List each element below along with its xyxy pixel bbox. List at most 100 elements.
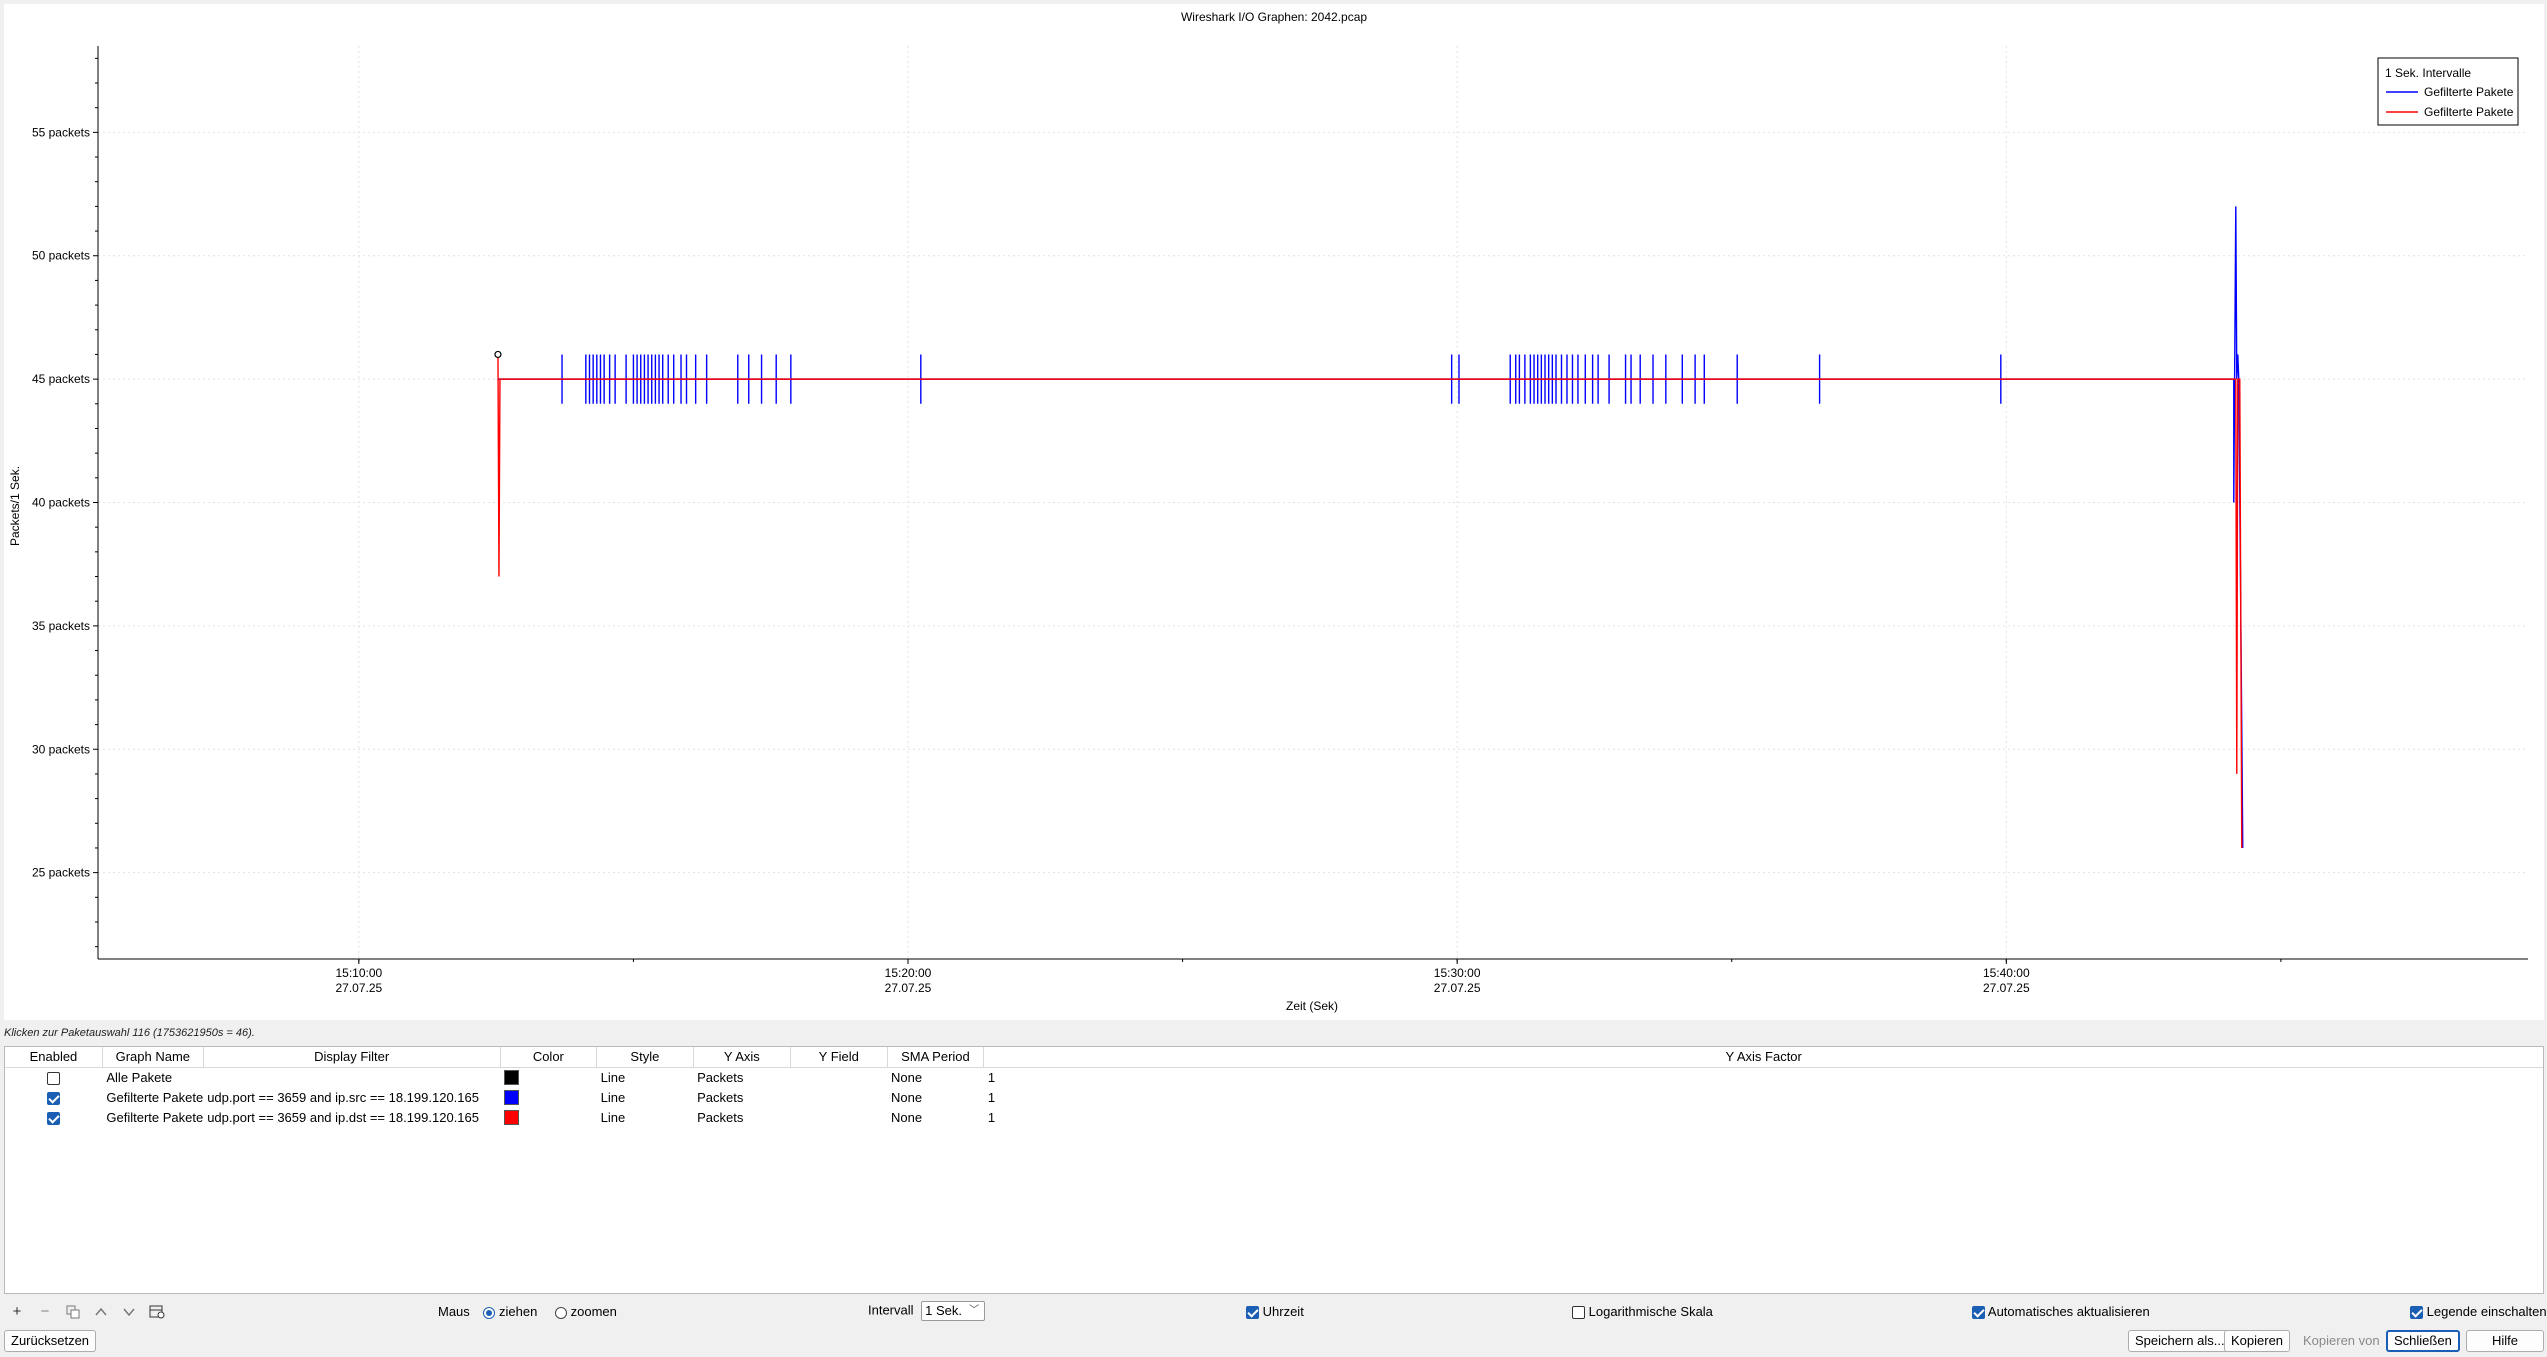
display-filter-cell[interactable]: udp.port == 3659 and ip.dst == 18.199.12… bbox=[203, 1107, 500, 1127]
graph-table: Enabled Graph Name Display Filter Color … bbox=[5, 1047, 2543, 1127]
x-tick-label-date: 27.07.25 bbox=[335, 981, 382, 995]
y-axis-cell[interactable]: Packets bbox=[693, 1087, 790, 1107]
col-display-filter[interactable]: Display Filter bbox=[203, 1047, 501, 1068]
auto-update-label: Automatisches aktualisieren bbox=[1987, 1304, 2150, 1319]
color-cell[interactable] bbox=[500, 1087, 597, 1107]
y-tick-label: 45 packets bbox=[32, 372, 90, 386]
status-hint: Klicken zur Paketauswahl 116 (1753621950… bbox=[4, 1027, 255, 1039]
interval-group: Intervall 1 Sek. ﹀ bbox=[868, 1301, 986, 1321]
display-filter-cell[interactable] bbox=[203, 1067, 500, 1087]
remove-graph-button[interactable]: − bbox=[34, 1302, 56, 1322]
copy-icon bbox=[66, 1305, 80, 1319]
color-cell[interactable] bbox=[500, 1067, 597, 1087]
sma-period-cell[interactable]: None bbox=[887, 1107, 984, 1127]
time-of-day-checkbox[interactable] bbox=[1246, 1306, 1259, 1320]
y-axis-cell[interactable]: Packets bbox=[693, 1107, 790, 1127]
log-scale-group: Logarithmische Skala bbox=[1572, 1304, 1713, 1320]
y-axis-factor-cell[interactable]: 1 bbox=[984, 1067, 2543, 1087]
selected-point-marker bbox=[494, 350, 502, 359]
zoom-radio[interactable] bbox=[554, 1306, 567, 1319]
sma-period-cell[interactable]: None bbox=[887, 1067, 984, 1087]
copy-from-button[interactable]: Kopieren von bbox=[2296, 1330, 2387, 1352]
legend-toggle-label: Legende einschalten bbox=[2426, 1304, 2547, 1319]
clear-graphs-button[interactable] bbox=[146, 1302, 168, 1322]
graph-enabled-checkbox[interactable] bbox=[47, 1091, 61, 1105]
legend-entry-1: Gefilterte Pakete bbox=[2424, 85, 2514, 99]
col-enabled[interactable]: Enabled bbox=[5, 1047, 103, 1068]
drag-radio[interactable] bbox=[483, 1306, 496, 1319]
zoom-radio-label: zoomen bbox=[570, 1304, 617, 1319]
style-cell[interactable]: Line bbox=[597, 1107, 693, 1127]
x-tick-label-time: 15:10:00 bbox=[335, 966, 382, 980]
series-layer bbox=[494, 206, 2244, 848]
display-filter-cell[interactable]: udp.port == 3659 and ip.src == 18.199.12… bbox=[203, 1087, 500, 1107]
x-tick-label-date: 27.07.25 bbox=[1434, 981, 1481, 995]
move-down-button[interactable] bbox=[118, 1302, 140, 1322]
col-style[interactable]: Style bbox=[596, 1047, 694, 1068]
legend-title: 1 Sek. Intervalle bbox=[2385, 66, 2471, 80]
col-y-axis-factor[interactable]: Y Axis Factor bbox=[983, 1047, 2543, 1068]
y-field-cell[interactable] bbox=[791, 1067, 887, 1087]
interval-value: 1 Sek. bbox=[925, 1303, 963, 1318]
graph-name-cell[interactable]: Alle Pakete bbox=[102, 1067, 203, 1087]
io-graph-svg[interactable]: Wireshark I/O Graphen: 2042.pcap 25 pack… bbox=[4, 4, 2544, 1020]
col-y-axis[interactable]: Y Axis bbox=[693, 1047, 792, 1068]
log-scale-checkbox[interactable] bbox=[1572, 1306, 1585, 1320]
interval-select[interactable]: 1 Sek. ﹀ bbox=[921, 1301, 986, 1321]
legend-checkbox[interactable] bbox=[2410, 1306, 2423, 1320]
y-tick-label: 55 packets bbox=[32, 125, 90, 139]
graph-enabled-checkbox[interactable] bbox=[47, 1111, 61, 1125]
plus-icon: + bbox=[12, 1303, 22, 1320]
io-graph-plot[interactable]: Wireshark I/O Graphen: 2042.pcap 25 pack… bbox=[4, 4, 2544, 1020]
color-swatch bbox=[504, 1090, 520, 1106]
graph-title: Wireshark I/O Graphen: 2042.pcap bbox=[1181, 10, 1367, 24]
copy-graph-button[interactable] bbox=[62, 1302, 84, 1322]
legend-entry-2: Gefilterte Pakete bbox=[2424, 105, 2514, 119]
table-row[interactable]: Alle Pakete Line Packets None 1 bbox=[5, 1067, 2543, 1087]
graph-name-cell[interactable]: Gefilterte Pakete bbox=[102, 1087, 203, 1107]
reset-button[interactable]: Zurücksetzen bbox=[4, 1330, 97, 1352]
chevron-up-icon bbox=[95, 1307, 107, 1316]
legend-toggle-group: Legende einschalten bbox=[2410, 1304, 2547, 1320]
close-button[interactable]: Schließen bbox=[2386, 1330, 2460, 1352]
copy-button[interactable]: Kopieren bbox=[2224, 1330, 2291, 1352]
col-color[interactable]: Color bbox=[500, 1047, 598, 1068]
series-line-blue bbox=[497, 206, 2244, 848]
save-as-button[interactable]: Speichern als... bbox=[2128, 1330, 2232, 1352]
y-tick-label: 30 packets bbox=[32, 742, 90, 756]
y-tick-label: 40 packets bbox=[32, 496, 90, 510]
graph-name-cell[interactable]: Gefilterte Pakete bbox=[102, 1107, 203, 1127]
drag-radio-label: ziehen bbox=[499, 1304, 538, 1319]
col-graph-name[interactable]: Graph Name bbox=[102, 1047, 204, 1068]
col-sma-period[interactable]: SMA Period bbox=[887, 1047, 985, 1068]
x-tick-label-date: 27.07.25 bbox=[885, 981, 932, 995]
y-axis-cell[interactable]: Packets bbox=[693, 1067, 790, 1087]
style-cell[interactable]: Line bbox=[597, 1087, 693, 1107]
x-tick-label-time: 15:40:00 bbox=[1983, 966, 2030, 980]
auto-update-checkbox[interactable] bbox=[1972, 1306, 1985, 1320]
x-tick-label-time: 15:30:00 bbox=[1434, 966, 1481, 980]
time-of-day-label: Uhrzeit bbox=[1262, 1304, 1304, 1319]
graph-enabled-checkbox[interactable] bbox=[47, 1071, 61, 1085]
color-cell[interactable] bbox=[500, 1107, 597, 1127]
y-field-cell[interactable] bbox=[791, 1087, 887, 1107]
interval-label: Intervall bbox=[868, 1302, 914, 1318]
dialog-button-bar: Zurücksetzen Speichern als... Kopieren K… bbox=[0, 1328, 2547, 1354]
move-up-button[interactable] bbox=[90, 1302, 112, 1322]
help-button[interactable]: Hilfe bbox=[2466, 1330, 2544, 1352]
table-clear-icon bbox=[149, 1305, 165, 1319]
mouse-mode-group: Maus ziehen zoomen bbox=[438, 1304, 617, 1319]
graph-list[interactable]: Enabled Graph Name Display Filter Color … bbox=[4, 1046, 2544, 1294]
mouse-mode-label: Maus bbox=[438, 1304, 470, 1319]
sma-period-cell[interactable]: None bbox=[887, 1087, 984, 1107]
col-y-field[interactable]: Y Field bbox=[790, 1047, 888, 1068]
x-axis-label: Zeit (Sek) bbox=[1286, 999, 1338, 1013]
add-graph-button[interactable]: + bbox=[6, 1302, 28, 1322]
table-row[interactable]: Gefilterte Pakete udp.port == 3659 and ip… bbox=[5, 1107, 2543, 1127]
y-axis-factor-cell[interactable]: 1 bbox=[984, 1087, 2543, 1107]
y-field-cell[interactable] bbox=[791, 1107, 887, 1127]
y-axis-factor-cell[interactable]: 1 bbox=[984, 1107, 2543, 1127]
table-row[interactable]: Gefilterte Pakete udp.port == 3659 and ip… bbox=[5, 1087, 2543, 1107]
style-cell[interactable]: Line bbox=[597, 1067, 693, 1087]
time-of-day-group: Uhrzeit bbox=[1246, 1304, 1304, 1320]
